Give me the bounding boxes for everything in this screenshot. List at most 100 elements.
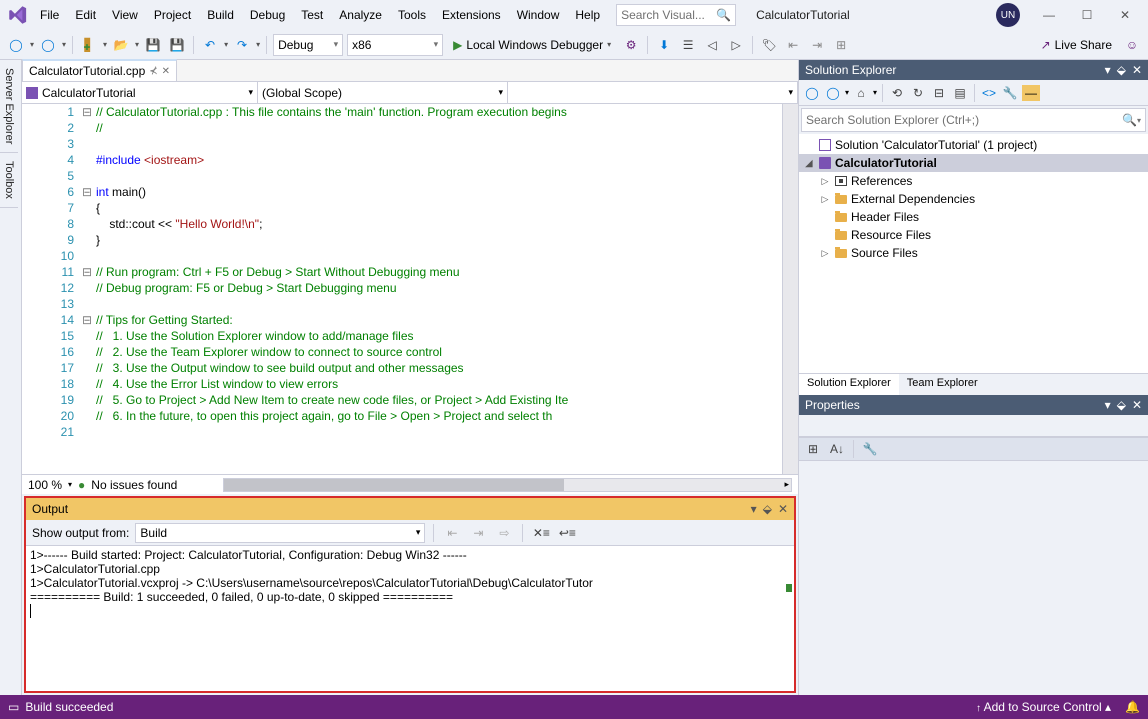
redo-icon[interactable]: ↷ (232, 35, 252, 55)
external-deps-node[interactable]: ▷External Dependencies (799, 190, 1148, 208)
quick-search-input[interactable]: Search Visual... 🔍 (616, 4, 736, 26)
properties-icon[interactable]: 🔧 (1001, 84, 1019, 102)
home-view-icon[interactable]: ⌂ (852, 84, 870, 102)
menu-debug[interactable]: Debug (242, 4, 293, 26)
close-icon[interactable]: ✕ (1132, 398, 1142, 412)
clear-output-icon[interactable]: ✕≡ (531, 523, 551, 543)
new-project-icon[interactable]: ▋✚ (79, 35, 99, 55)
code-editor[interactable]: 123456789101112131415161718192021 ⊟ ⊟ ⊟ … (22, 104, 798, 474)
search-icon: 🔍 (1122, 113, 1137, 127)
team-explorer-tab[interactable]: Team Explorer (899, 374, 986, 395)
dropdown-icon[interactable]: ▾ (1105, 63, 1111, 77)
goto-icon[interactable]: ⇨ (494, 523, 514, 543)
close-icon[interactable]: ✕ (1132, 63, 1142, 77)
close-tab-icon[interactable]: ✕ (162, 66, 170, 77)
save-icon[interactable]: 💾 (143, 35, 163, 55)
sync-icon[interactable]: ⟲ (888, 84, 906, 102)
nav-project-combo[interactable]: CalculatorTutorial▾ (22, 82, 258, 103)
preview-icon[interactable]: — (1022, 85, 1040, 101)
vs-logo-icon[interactable] (4, 1, 32, 29)
solution-tree[interactable]: Solution 'CalculatorTutorial' (1 project… (799, 134, 1148, 373)
menu-project[interactable]: Project (146, 4, 199, 26)
properties-toolbar: ⊞ A↓ 🔧 (799, 437, 1148, 461)
main-menu: FileEditViewProjectBuildDebugTestAnalyze… (32, 4, 608, 26)
issues-status[interactable]: No issues found (91, 478, 177, 492)
close-button[interactable]: ✕ (1106, 2, 1144, 28)
notifications-icon[interactable]: 🔔 (1125, 700, 1140, 714)
minimize-button[interactable]: — (1030, 2, 1068, 28)
menu-build[interactable]: Build (199, 4, 242, 26)
document-tab[interactable]: CalculatorTutorial.cpp ⊀ ✕ (22, 59, 177, 81)
menu-file[interactable]: File (32, 4, 67, 26)
menu-window[interactable]: Window (509, 4, 568, 26)
resource-files-node[interactable]: Resource Files (799, 226, 1148, 244)
horizontal-scrollbar[interactable]: ◂▸ (223, 478, 792, 492)
undo-icon[interactable]: ↶ (200, 35, 220, 55)
goto-prev-icon[interactable]: ⇤ (442, 523, 462, 543)
pin-icon[interactable]: ⊀ (149, 66, 157, 77)
menu-edit[interactable]: Edit (67, 4, 104, 26)
categorize-icon[interactable]: ⊞ (803, 439, 823, 459)
output-source-combo[interactable]: Build▾ (135, 523, 425, 543)
server-explorer-tab[interactable]: Server Explorer (0, 60, 18, 153)
zoom-level[interactable]: 100 % (28, 478, 62, 492)
toolbox-tab[interactable]: Toolbox (0, 153, 18, 208)
dropdown-icon[interactable]: ▾ (1105, 398, 1111, 412)
step-into-icon[interactable]: ⬇ (654, 35, 674, 55)
dropdown-icon[interactable]: ▾ (751, 502, 757, 516)
references-node[interactable]: ▷References (799, 172, 1148, 190)
platform-dropdown[interactable]: x86▾ (347, 34, 443, 56)
uncomment-icon[interactable]: ⇥ (807, 35, 827, 55)
save-all-icon[interactable]: 💾 (167, 35, 187, 55)
menu-help[interactable]: Help (567, 4, 608, 26)
list-icon[interactable]: ☰ (678, 35, 698, 55)
solution-node[interactable]: Solution 'CalculatorTutorial' (1 project… (799, 136, 1148, 154)
menu-analyze[interactable]: Analyze (331, 4, 390, 26)
debug-prop-icon[interactable]: ⚙ (621, 35, 641, 55)
home-icon[interactable]: ◯ (803, 84, 821, 102)
nav-scope-combo[interactable]: (Global Scope)▾ (258, 82, 508, 103)
outdent-icon[interactable]: ◁ (702, 35, 722, 55)
refresh-icon[interactable]: ↻ (909, 84, 927, 102)
solution-explorer-tab[interactable]: Solution Explorer (799, 374, 899, 395)
menu-view[interactable]: View (104, 4, 146, 26)
show-all-icon[interactable]: ▤ (951, 84, 969, 102)
live-share-button[interactable]: ↗Live Share (1035, 38, 1118, 52)
start-debug-button[interactable]: ▶Local Windows Debugger▾ (447, 34, 617, 56)
alpha-sort-icon[interactable]: A↓ (827, 439, 847, 459)
user-avatar[interactable]: UN (996, 3, 1020, 27)
feedback-icon[interactable]: ☺ (1122, 35, 1142, 55)
toggle-icon[interactable]: ⊞ (831, 35, 851, 55)
bookmark-icon[interactable]: 🏷 (759, 35, 779, 55)
add-source-control[interactable]: ↑ Add to Source Control ▴ (976, 700, 1111, 714)
goto-next-icon[interactable]: ⇥ (468, 523, 488, 543)
collapse-icon[interactable]: ⊟ (930, 84, 948, 102)
standard-toolbar: ◯▾ ◯▾ ▋✚▾ 📂▾ 💾 💾 ↶▾ ↷▾ Debug▾ x86▾ ▶Loca… (0, 30, 1148, 60)
header-files-node[interactable]: Header Files (799, 208, 1148, 226)
pin-icon[interactable]: ⬙ (1117, 398, 1126, 412)
config-dropdown[interactable]: Debug▾ (273, 34, 343, 56)
wrench-icon[interactable]: 🔧 (860, 439, 880, 459)
maximize-button[interactable]: ☐ (1068, 2, 1106, 28)
nav-forward-icon[interactable]: ◯ (38, 35, 58, 55)
properties-body (799, 461, 1148, 696)
pin-icon[interactable]: ⬙ (1117, 63, 1126, 77)
indent-icon[interactable]: ▷ (726, 35, 746, 55)
source-files-node[interactable]: ▷Source Files (799, 244, 1148, 262)
nav-back-icon[interactable]: ◯ (6, 35, 26, 55)
project-node[interactable]: ◢CalculatorTutorial (799, 154, 1148, 172)
close-panel-icon[interactable]: ✕ (778, 502, 788, 516)
solution-search-input[interactable]: Search Solution Explorer (Ctrl+;) 🔍▾ (801, 108, 1146, 132)
output-text[interactable]: 1>------ Build started: Project: Calcula… (26, 546, 794, 691)
code-view-icon[interactable]: <> (980, 84, 998, 102)
menu-tools[interactable]: Tools (390, 4, 434, 26)
nav-member-combo[interactable]: ▾ (508, 82, 798, 103)
menu-test[interactable]: Test (293, 4, 331, 26)
open-file-icon[interactable]: 📂 (111, 35, 131, 55)
left-tool-tabs: Server Explorer Toolbox (0, 60, 22, 695)
comment-icon[interactable]: ⇤ (783, 35, 803, 55)
back-icon[interactable]: ◯ (824, 84, 842, 102)
pin-icon[interactable]: ⬙ (763, 502, 772, 516)
wrap-icon[interactable]: ↩≡ (557, 523, 577, 543)
menu-extensions[interactable]: Extensions (434, 4, 509, 26)
